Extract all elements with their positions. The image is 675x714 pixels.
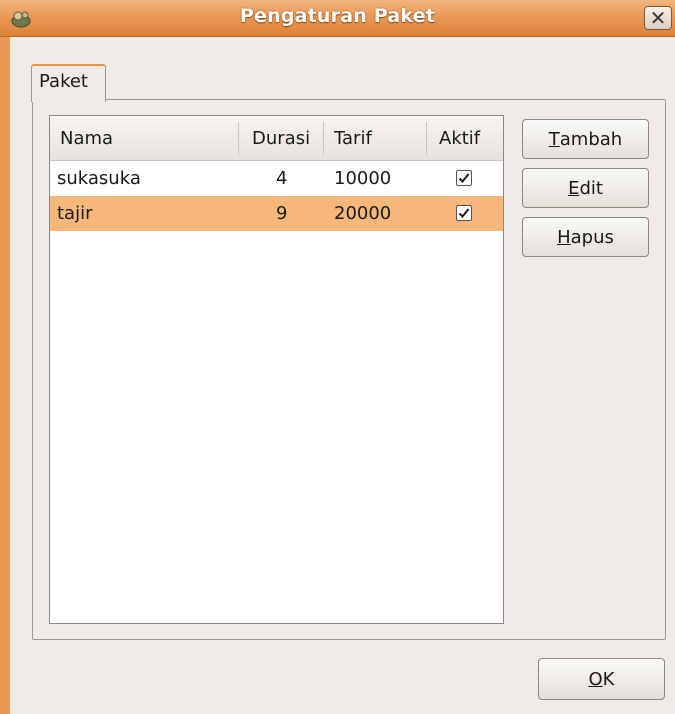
- aktif-checkbox[interactable]: [456, 170, 472, 186]
- cell-nama: tajir: [57, 203, 93, 224]
- close-icon: ✕: [649, 6, 667, 30]
- mnemonic: T: [548, 128, 560, 150]
- button-label: K: [602, 668, 615, 690]
- column-separator[interactable]: [238, 122, 239, 155]
- tab-label: Paket: [39, 71, 88, 92]
- cell-nama: sukasuka: [57, 168, 141, 189]
- cell-tarif: 10000: [334, 168, 392, 189]
- cell-durasi: 4: [276, 168, 288, 189]
- cell-durasi: 9: [276, 203, 288, 224]
- cell-tarif: 20000: [334, 203, 392, 224]
- column-separator[interactable]: [426, 122, 427, 155]
- title-bar[interactable]: Pengaturan Paket ✕: [0, 0, 675, 37]
- edit-button[interactable]: Edit: [522, 168, 649, 208]
- button-label: dit: [579, 177, 603, 199]
- close-button[interactable]: ✕: [644, 6, 672, 30]
- ok-button[interactable]: OK: [538, 658, 665, 700]
- column-header-aktif[interactable]: Aktif: [433, 116, 486, 161]
- column-header-durasi[interactable]: Durasi: [246, 116, 316, 161]
- button-label: ambah: [559, 128, 623, 150]
- mnemonic: O: [588, 668, 603, 690]
- column-header-tarif[interactable]: Tarif: [328, 116, 378, 161]
- tambah-button[interactable]: Tambah: [522, 119, 649, 159]
- checkmark-icon: [458, 173, 470, 183]
- table-row-selected[interactable]: tajir 9 20000: [50, 196, 503, 231]
- aktif-checkbox[interactable]: [456, 205, 472, 221]
- mnemonic: E: [568, 177, 580, 199]
- hapus-button[interactable]: Hapus: [522, 217, 649, 257]
- package-table[interactable]: Nama Durasi Tarif Aktif sukasuka 4 10000…: [49, 115, 504, 624]
- table-header: Nama Durasi Tarif Aktif: [50, 116, 503, 161]
- column-header-nama[interactable]: Nama: [54, 116, 119, 161]
- mnemonic: H: [557, 226, 571, 248]
- button-label: apus: [570, 226, 614, 248]
- window-title: Pengaturan Paket: [239, 5, 436, 27]
- column-separator[interactable]: [323, 122, 324, 155]
- tab-paket[interactable]: Paket: [31, 64, 106, 102]
- table-row[interactable]: sukasuka 4 10000: [50, 161, 503, 196]
- checkmark-icon: [458, 208, 470, 218]
- window-frame-edge: [0, 37, 10, 714]
